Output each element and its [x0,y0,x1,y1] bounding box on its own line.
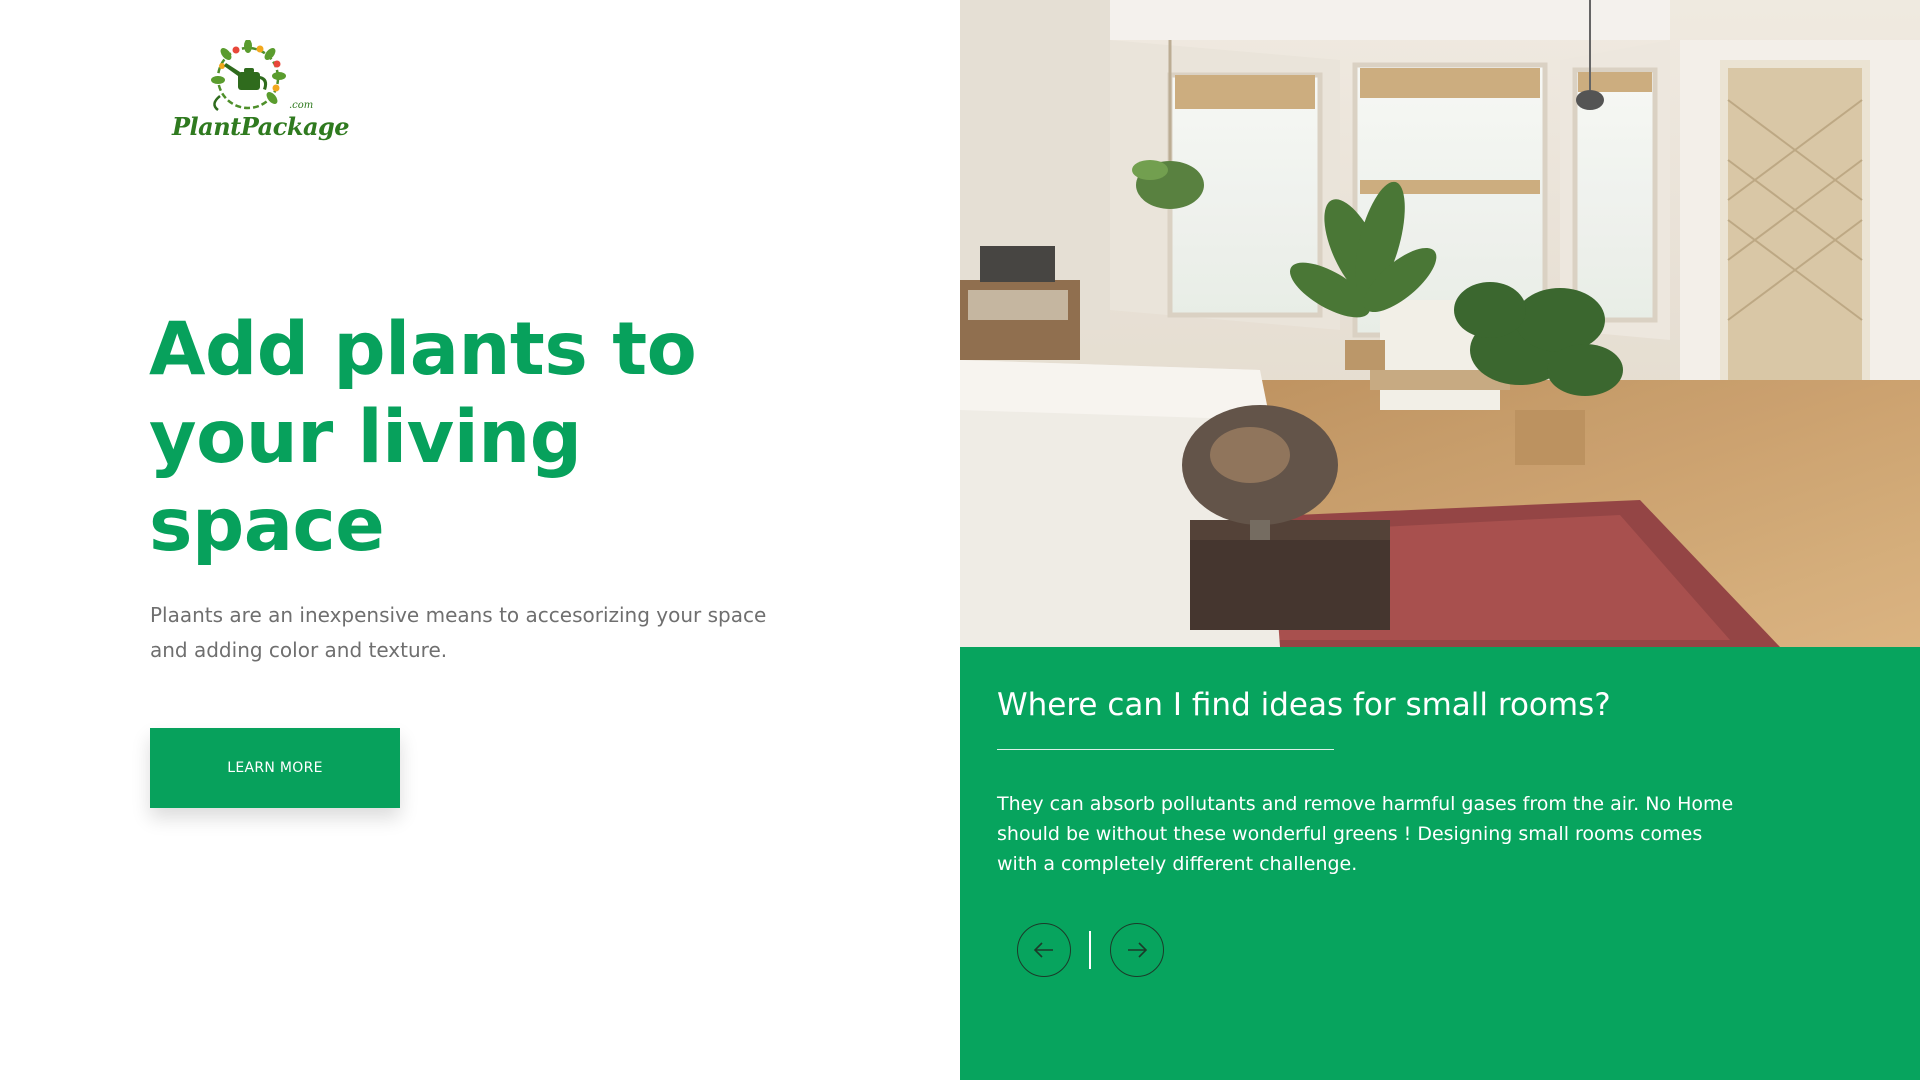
hero-title: Add plants to your living space [149,307,697,568]
learn-more-button[interactable]: LEARN MORE [150,728,400,808]
title-divider [997,749,1334,750]
landing-page: .com PlantPackage Add plants to your liv… [0,0,1920,1080]
next-slide-button[interactable] [1110,923,1164,977]
feature-body: They can absorb pollutants and remove ha… [997,793,1734,875]
logo-suffix: .com [289,100,314,111]
feature-section: Where can I find ideas for small rooms? … [960,0,1920,1080]
brand-logo[interactable]: .com PlantPackage [168,40,350,156]
hero-subtitle: Plaants are an inexpensive means to acce… [150,603,767,662]
arrow-right-icon [1128,942,1148,958]
logo-wordmark: PlantPackage [172,112,350,141]
room-photo [960,0,1920,647]
nav-divider [1089,931,1091,969]
feature-title: Where can I find ideas for small rooms? [997,687,1611,723]
bedroom-with-plants-image [960,0,1920,647]
arrow-left-icon [1033,942,1053,958]
previous-slide-button[interactable] [1017,923,1071,977]
feature-panel: Where can I find ideas for small rooms? … [960,647,1920,1080]
hero-section: .com PlantPackage Add plants to your liv… [0,0,960,1080]
